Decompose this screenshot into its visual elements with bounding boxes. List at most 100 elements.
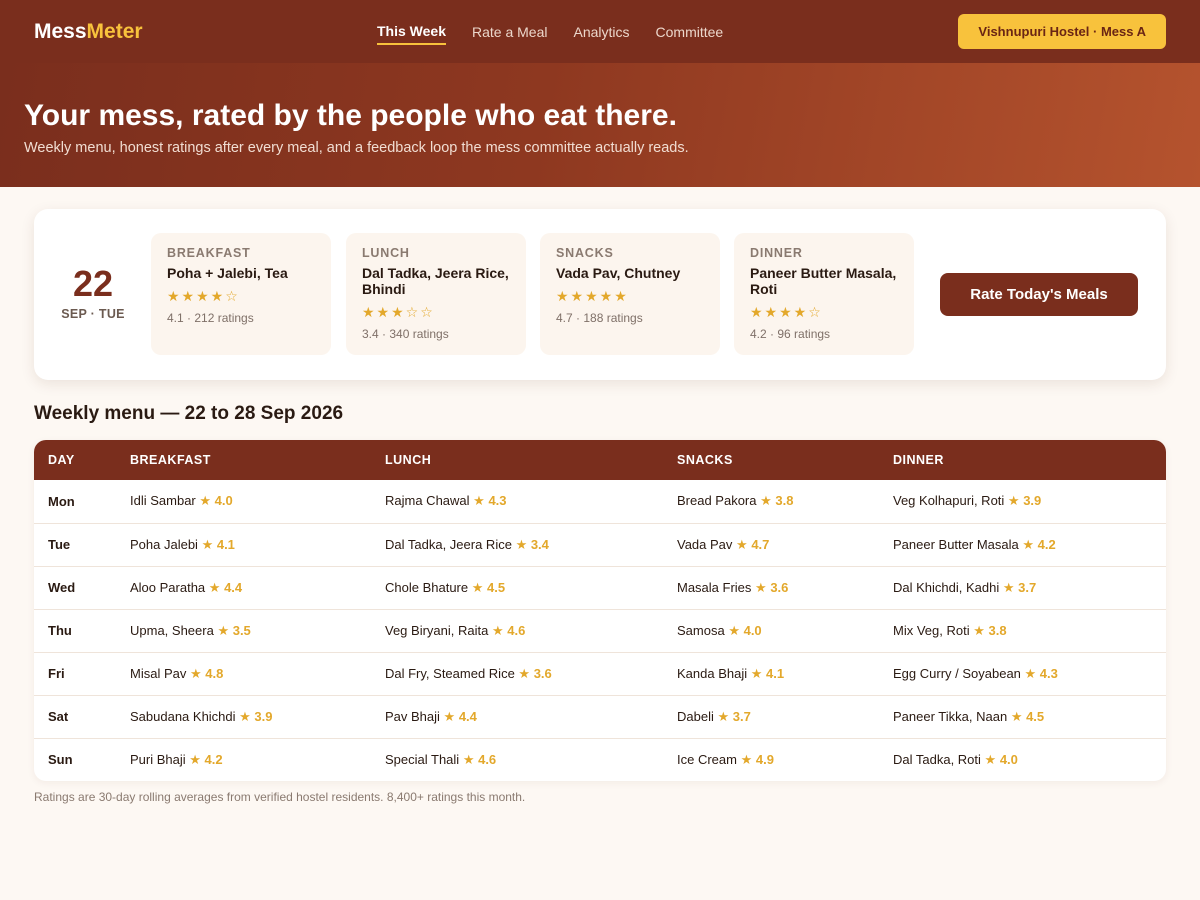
dish-rating: ★ 4.0: [984, 751, 1018, 767]
column-header-day: DAY: [48, 453, 75, 467]
table-row: Fri Misal Pav ★ 4.8 Dal Fry, Steamed Ric…: [34, 652, 1166, 695]
app-logo[interactable]: MessMeter: [34, 20, 143, 44]
meal-name: Dal Tadka, Jeera Rice, Bhindi: [362, 265, 509, 298]
dish-name: Upma, Sheera: [130, 622, 214, 638]
dish-rating: ★ 4.8: [189, 665, 224, 681]
dish-rating: ★ 4.7: [736, 536, 770, 552]
meal-label: DINNER: [750, 246, 803, 260]
menu-cell[interactable]: Kanda Bhaji ★ 4.1: [663, 652, 879, 695]
menu-cell[interactable]: Special Thali ★ 4.6: [371, 738, 663, 781]
weekly-menu-title: Weekly menu — 22 to 28 Sep 2026: [34, 403, 344, 424]
dish-name: Dal Fry, Steamed Rice: [385, 665, 515, 681]
hostel-selector-button[interactable]: Vishnupuri Hostel · Mess A: [958, 14, 1166, 49]
dish-name: Dal Tadka, Jeera Rice: [385, 536, 512, 552]
dish-name: Egg Curry / Soyabean: [893, 665, 1021, 681]
column-header-breakfast: BREAKFAST: [130, 453, 211, 467]
menu-cell[interactable]: Poha Jalebi ★ 4.1: [116, 523, 371, 566]
dish-rating: ★ 3.9: [1007, 493, 1042, 509]
dish-rating: ★ 3.7: [1002, 579, 1037, 595]
dish-rating: ★ 4.2: [1022, 536, 1056, 552]
dish-name: Bread Pakora: [677, 493, 757, 509]
column-header-lunch: LUNCH: [385, 453, 432, 467]
table-row: Tue Poha Jalebi ★ 4.1 Dal Tadka, Jeera R…: [34, 523, 1166, 566]
star-rating-icon: ★★★★☆: [167, 288, 240, 305]
menu-cell[interactable]: Dal Khichdi, Kadhi ★ 3.7: [879, 566, 1166, 609]
rate-todays-meals-button[interactable]: Rate Today's Meals: [940, 273, 1138, 316]
dish-name: Paneer Tikka, Naan: [893, 708, 1008, 724]
menu-cell[interactable]: Idli Sambar ★ 4.0: [116, 480, 371, 523]
dish-rating: ★ 4.4: [443, 708, 477, 724]
menu-cell[interactable]: Dal Tadka, Jeera Rice ★ 3.4: [371, 523, 663, 566]
menu-cell[interactable]: Egg Curry / Soyabean ★ 4.3: [879, 652, 1166, 695]
dish-name: Dal Khichdi, Kadhi: [893, 579, 1000, 595]
dish-name: Veg Kolhapuri, Roti: [893, 493, 1005, 509]
meal-name: Paneer Butter Masala, Roti: [750, 265, 897, 298]
menu-cell[interactable]: Pav Bhaji ★ 4.4: [371, 695, 663, 738]
dish-rating: ★ 4.1: [201, 536, 235, 552]
dish-rating: ★ 4.4: [208, 579, 243, 595]
column-header-dinner: DINNER: [893, 453, 944, 467]
menu-cell[interactable]: Veg Kolhapuri, Roti ★ 3.9: [879, 480, 1166, 523]
menu-cell[interactable]: Rajma Chawal ★ 4.3: [371, 480, 663, 523]
meal-card-dinner[interactable]: DINNER Paneer Butter Masala, Roti ★★★★☆ …: [734, 233, 914, 355]
table-row: Mon Idli Sambar ★ 4.0 Rajma Chawal ★ 4.3…: [34, 480, 1166, 523]
nav-rate-a-meal[interactable]: Rate a Meal: [472, 20, 547, 44]
menu-cell[interactable]: Puri Bhaji ★ 4.2: [116, 738, 371, 781]
menu-cell[interactable]: Mix Veg, Roti ★ 3.8: [879, 609, 1166, 652]
menu-cell[interactable]: Paneer Butter Masala ★ 4.2: [879, 523, 1166, 566]
menu-cell[interactable]: Chole Bhature ★ 4.5: [371, 566, 663, 609]
hero-title: Your mess, rated by the people who eat t…: [24, 99, 677, 132]
menu-cell[interactable]: Bread Pakora ★ 3.8: [663, 480, 879, 523]
dish-rating: ★ 4.1: [750, 665, 785, 681]
menu-cell[interactable]: Masala Fries ★ 3.6: [663, 566, 879, 609]
dish-name: Aloo Paratha: [130, 579, 206, 595]
main-nav: This Week Rate a Meal Analytics Committe…: [377, 0, 723, 63]
menu-cell[interactable]: Dal Fry, Steamed Rice ★ 3.6: [371, 652, 663, 695]
menu-cell[interactable]: Ice Cream ★ 4.9: [663, 738, 879, 781]
dish-name: Pav Bhaji: [385, 708, 440, 724]
dish-name: Vada Pav: [677, 536, 733, 552]
dish-rating: ★ 3.6: [755, 579, 789, 595]
dish-rating: ★ 3.5: [217, 622, 251, 638]
dish-name: Mix Veg, Roti: [893, 622, 970, 638]
menu-cell[interactable]: Dabeli ★ 3.7: [663, 695, 879, 738]
meal-rating-meta: 4.2 · 96 ratings: [750, 327, 831, 342]
logo-text-meter: Meter: [86, 19, 143, 43]
menu-cell[interactable]: Vada Pav ★ 4.7: [663, 523, 879, 566]
day-cell: Thu: [48, 623, 72, 638]
nav-analytics[interactable]: Analytics: [573, 20, 629, 44]
meal-card-snacks[interactable]: SNACKS Vada Pav, Chutney ★★★★★ 4.7 · 188…: [540, 233, 720, 355]
today-meals-card: 22 SEP · TUE BREAKFAST Poha + Jalebi, Te…: [34, 209, 1166, 380]
menu-cell[interactable]: Misal Pav ★ 4.8: [116, 652, 371, 695]
dish-rating: ★ 4.5: [471, 579, 506, 595]
meal-card-breakfast[interactable]: BREAKFAST Poha + Jalebi, Tea ★★★★☆ 4.1 ·…: [151, 233, 331, 355]
meal-card-lunch[interactable]: LUNCH Dal Tadka, Jeera Rice, Bhindi ★★★☆…: [346, 233, 526, 355]
dish-name: Dabeli: [677, 708, 714, 724]
menu-cell[interactable]: Aloo Paratha ★ 4.4: [116, 566, 371, 609]
nav-committee[interactable]: Committee: [656, 20, 724, 44]
dish-name: Ice Cream: [677, 751, 737, 767]
column-header-snacks: SNACKS: [677, 453, 733, 467]
table-header-row: DAY BREAKFAST LUNCH SNACKS DINNER: [34, 440, 1166, 480]
today-date: 22 SEP · TUE: [34, 265, 152, 321]
dish-rating: ★ 3.7: [717, 708, 751, 724]
menu-cell[interactable]: Paneer Tikka, Naan ★ 4.5: [879, 695, 1166, 738]
dish-rating: ★ 3.4: [515, 536, 549, 552]
meal-name: Poha + Jalebi, Tea: [167, 265, 288, 281]
menu-cell[interactable]: Sabudana Khichdi ★ 3.9: [116, 695, 371, 738]
menu-cell[interactable]: Veg Biryani, Raita ★ 4.6: [371, 609, 663, 652]
table-row: Sun Puri Bhaji ★ 4.2 Special Thali ★ 4.6…: [34, 738, 1166, 781]
dish-name: Idli Sambar: [130, 493, 196, 509]
menu-cell[interactable]: Dal Tadka, Roti ★ 4.0: [879, 738, 1166, 781]
day-cell: Tue: [48, 537, 71, 552]
menu-cell[interactable]: Samosa ★ 4.0: [663, 609, 879, 652]
menu-cell[interactable]: Upma, Sheera ★ 3.5: [116, 609, 371, 652]
dish-name: Chole Bhature: [385, 579, 469, 595]
logo-text-mess: Mess: [34, 19, 87, 43]
table-row: Thu Upma, Sheera ★ 3.5 Veg Biryani, Rait…: [34, 609, 1166, 652]
dish-rating: ★ 4.6: [491, 622, 526, 638]
hero-banner: Your mess, rated by the people who eat t…: [0, 63, 1200, 187]
meal-rating-meta: 3.4 · 340 ratings: [362, 327, 449, 342]
nav-this-week[interactable]: This Week: [377, 19, 446, 45]
day-cell: Sun: [48, 752, 73, 768]
